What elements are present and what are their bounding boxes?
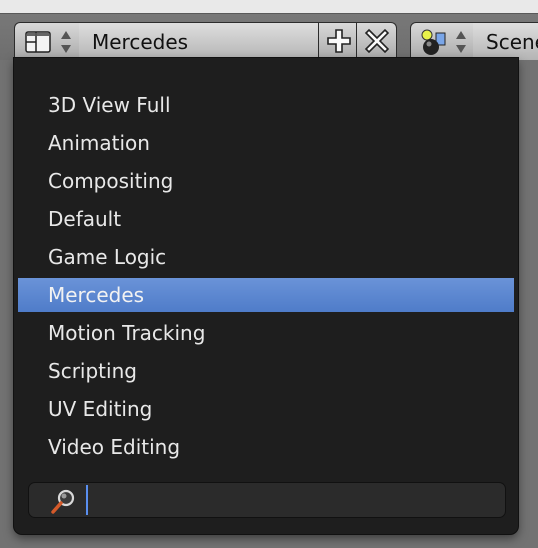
menu-item[interactable]: Compositing <box>18 164 514 198</box>
menu-item[interactable]: Motion Tracking <box>18 316 514 350</box>
menu-item[interactable]: Video Editing <box>18 430 514 464</box>
menu-search-input[interactable] <box>87 487 497 513</box>
screen-layout-picker[interactable] <box>14 22 80 60</box>
updown-arrows-icon <box>60 29 72 59</box>
menu-item[interactable]: Default <box>18 202 514 236</box>
menu-search-box[interactable] <box>28 482 506 518</box>
menu-item[interactable]: Scripting <box>18 354 514 388</box>
header-bar: Mercedes Scen <box>0 0 538 60</box>
header-top-strip <box>0 0 538 14</box>
menu-item[interactable]: Animation <box>18 126 514 160</box>
layout-dropdown-menu: 3D View Full Animation Compositing Defau… <box>14 58 518 534</box>
screen-layout-name-field[interactable]: Mercedes <box>79 22 319 60</box>
updown-arrows-icon <box>455 29 467 59</box>
menu-item[interactable]: Game Logic <box>18 240 514 274</box>
add-layout-button[interactable] <box>319 22 357 60</box>
menu-item[interactable]: 3D View Full <box>18 88 514 122</box>
menu-item-selected[interactable]: Mercedes <box>18 278 514 312</box>
magnifier-icon <box>49 487 77 519</box>
screen-layout-icon <box>25 31 51 57</box>
scene-picker[interactable] <box>410 22 474 60</box>
delete-layout-button[interactable] <box>357 22 397 60</box>
scene-icon <box>419 27 451 61</box>
scene-name-field[interactable]: Scene <box>473 22 538 60</box>
menu-item[interactable]: UV Editing <box>18 392 514 426</box>
